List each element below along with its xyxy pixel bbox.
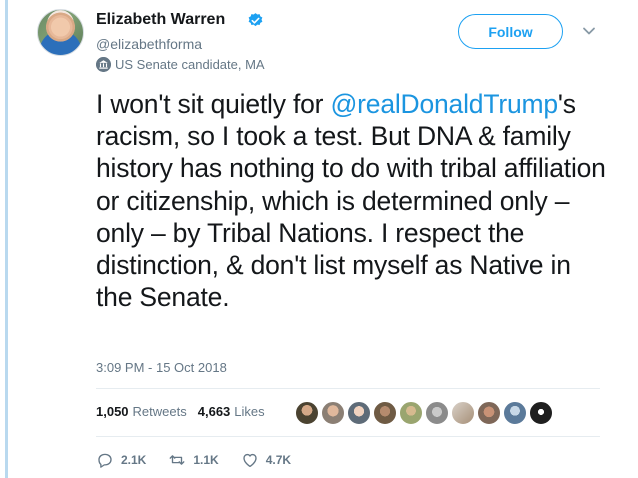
author-name[interactable]: Elizabeth Warren bbox=[96, 11, 225, 29]
heart-icon bbox=[243, 453, 257, 468]
avatar[interactable] bbox=[37, 9, 84, 56]
mention-link[interactable]: @realDonaldTrump bbox=[330, 89, 558, 119]
tweet-text-before: I won't sit quietly for bbox=[96, 89, 331, 119]
tweet-text-after: 's racism, so I took a test. But DNA & f… bbox=[96, 89, 606, 313]
like-button[interactable]: 4.7K bbox=[241, 451, 291, 469]
retweet-icon bbox=[169, 455, 185, 465]
tweet-actions: 2.1K 1.1K 4.7K bbox=[96, 451, 313, 469]
liker-avatar[interactable] bbox=[347, 401, 371, 425]
liker-avatar[interactable] bbox=[295, 401, 319, 425]
liker-avatar[interactable] bbox=[373, 401, 397, 425]
thread-line bbox=[5, 0, 8, 478]
follow-button[interactable]: Follow bbox=[458, 14, 563, 49]
liker-avatar[interactable] bbox=[425, 401, 449, 425]
reply-button[interactable]: 2.1K bbox=[96, 451, 146, 469]
reply-count: 2.1K bbox=[121, 453, 147, 467]
thread-rail bbox=[0, 0, 12, 478]
retweet-action-count: 1.1K bbox=[193, 453, 219, 467]
divider bbox=[96, 436, 600, 437]
liker-avatar[interactable] bbox=[503, 401, 527, 425]
like-count[interactable]: 4,663 bbox=[198, 404, 231, 419]
liker-avatar[interactable] bbox=[399, 401, 423, 425]
tweet-stats: 1,050 Retweets 4,663 Likes bbox=[96, 404, 265, 419]
author-handle[interactable]: @elizabethforma bbox=[96, 36, 202, 52]
like-label[interactable]: Likes bbox=[234, 404, 264, 419]
verified-badge-icon bbox=[248, 13, 263, 27]
liker-avatar[interactable] bbox=[477, 401, 501, 425]
account-label-text: US Senate candidate, MA bbox=[115, 57, 265, 72]
government-building-icon bbox=[96, 57, 111, 72]
tweet-text: I won't sit quietly for @realDonaldTrump… bbox=[96, 88, 606, 313]
retweet-label[interactable]: Retweets bbox=[133, 404, 187, 419]
liker-avatar[interactable] bbox=[321, 401, 345, 425]
account-label: US Senate candidate, MA bbox=[96, 57, 265, 72]
tweet-card[interactable]: Elizabeth Warren @elizabethforma US Sena… bbox=[12, 0, 638, 478]
tweet-timestamp[interactable]: 3:09 PM - 15 Oct 2018 bbox=[96, 360, 227, 375]
liker-avatars bbox=[295, 401, 553, 425]
liker-avatar[interactable] bbox=[451, 401, 475, 425]
retweet-count[interactable]: 1,050 bbox=[96, 404, 129, 419]
liker-avatar[interactable] bbox=[529, 401, 553, 425]
reply-icon bbox=[98, 453, 112, 468]
retweet-button[interactable]: 1.1K bbox=[168, 451, 219, 469]
chevron-down-icon[interactable] bbox=[581, 23, 597, 39]
like-action-count: 4.7K bbox=[265, 453, 292, 467]
divider bbox=[96, 388, 600, 389]
